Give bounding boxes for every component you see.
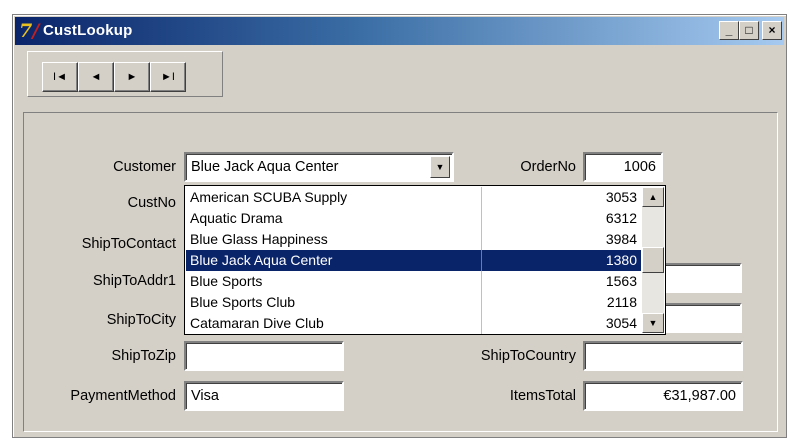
column-divider <box>481 208 482 229</box>
list-item-number: 2118 <box>606 294 637 310</box>
db-navigator: I◄ ◄ ► ►I <box>42 62 186 92</box>
shiptocity-label: ShipToCity <box>106 312 176 328</box>
orderno-field[interactable]: 1006 <box>583 152 663 182</box>
list-item[interactable]: Blue Sports 1563 <box>186 271 641 292</box>
scrollbar-thumb[interactable] <box>642 247 664 273</box>
list-item-name: Blue Jack Aqua Center <box>190 252 333 268</box>
shiptocountry-label: ShipToCountry <box>480 348 576 364</box>
next-record-button[interactable]: ► <box>114 62 150 92</box>
customer-combo-value: Blue Jack Aqua Center <box>191 159 339 175</box>
itemstotal-label: ItemsTotal <box>509 388 576 404</box>
close-button[interactable]: × <box>762 21 782 40</box>
shiptozip-label: ShipToZip <box>111 348 176 364</box>
shiptozip-field[interactable] <box>184 341 344 371</box>
list-item-name: Catamaran Dive Club <box>190 315 324 331</box>
shiptocontact-label: ShipToContact <box>81 236 176 252</box>
prior-record-button[interactable]: ◄ <box>78 62 114 92</box>
list-item-name: American SCUBA Supply <box>190 189 348 205</box>
window-title: CustLookup <box>43 22 133 39</box>
orderno-label: OrderNo <box>520 159 576 175</box>
column-divider <box>481 187 482 208</box>
shiptostate-field[interactable] <box>660 303 742 333</box>
delphi-app-icon[interactable]: 7/ <box>19 19 41 43</box>
maximize-button[interactable]: □ <box>739 21 759 40</box>
list-item[interactable]: Blue Glass Happiness 3984 <box>186 229 641 250</box>
minimize-button[interactable]: _ <box>719 21 739 40</box>
shiptoaddr2-field[interactable] <box>660 263 742 293</box>
list-item-number: 3984 <box>605 231 637 247</box>
column-divider <box>481 292 482 313</box>
first-record-button[interactable]: I◄ <box>42 62 78 92</box>
list-item-number: 1563 <box>605 273 637 289</box>
scroll-up-icon[interactable]: ▲ <box>642 187 664 207</box>
paymentmethod-label: PaymentMethod <box>70 388 176 404</box>
customer-combobox[interactable]: Blue Jack Aqua Center ▼ <box>184 152 454 182</box>
column-divider <box>481 313 482 334</box>
window-controls: _ □ × <box>719 21 782 41</box>
title-bar[interactable]: 7/ CustLookup _ □ × <box>15 17 784 45</box>
dropdown-scrollbar[interactable]: ▲ ▼ <box>642 187 664 333</box>
list-item[interactable]: Blue Sports Club 2118 <box>186 292 641 313</box>
list-item[interactable]: American SCUBA Supply 3053 <box>186 187 641 208</box>
scroll-down-icon[interactable]: ▼ <box>642 313 664 333</box>
last-record-button[interactable]: ►I <box>150 62 186 92</box>
list-item-selected[interactable]: Blue Jack Aqua Center 1380 <box>186 250 641 271</box>
list-item-number: 1380 <box>605 252 637 268</box>
customer-label: Customer <box>113 159 176 175</box>
list-item-name: Blue Glass Happiness <box>190 231 328 247</box>
column-divider <box>481 229 482 250</box>
list-item-number: 3054 <box>605 315 637 331</box>
paymentmethod-field[interactable]: Visa <box>184 381 344 411</box>
customer-dropdown-list[interactable]: American SCUBA Supply 3053 Aquatic Drama… <box>184 185 666 335</box>
chevron-down-icon[interactable]: ▼ <box>430 156 450 178</box>
list-item-number: 6312 <box>605 210 637 226</box>
list-item-name: Aquatic Drama <box>190 210 283 226</box>
shiptocountry-field[interactable] <box>583 341 743 371</box>
custno-label: CustNo <box>127 195 176 211</box>
list-item[interactable]: Aquatic Drama 6312 <box>186 208 641 229</box>
list-item-number: 3053 <box>605 189 637 205</box>
navigator-panel: I◄ ◄ ► ►I <box>27 51 223 97</box>
column-divider <box>481 250 482 271</box>
list-item[interactable]: Catamaran Dive Club 3054 <box>186 313 641 334</box>
itemstotal-field[interactable]: €31,987.00 <box>583 381 743 411</box>
column-divider <box>481 271 482 292</box>
list-item-name: Blue Sports <box>190 273 263 289</box>
list-item-name: Blue Sports Club <box>190 294 296 310</box>
shiptoaddr1-label: ShipToAddr1 <box>92 273 176 289</box>
